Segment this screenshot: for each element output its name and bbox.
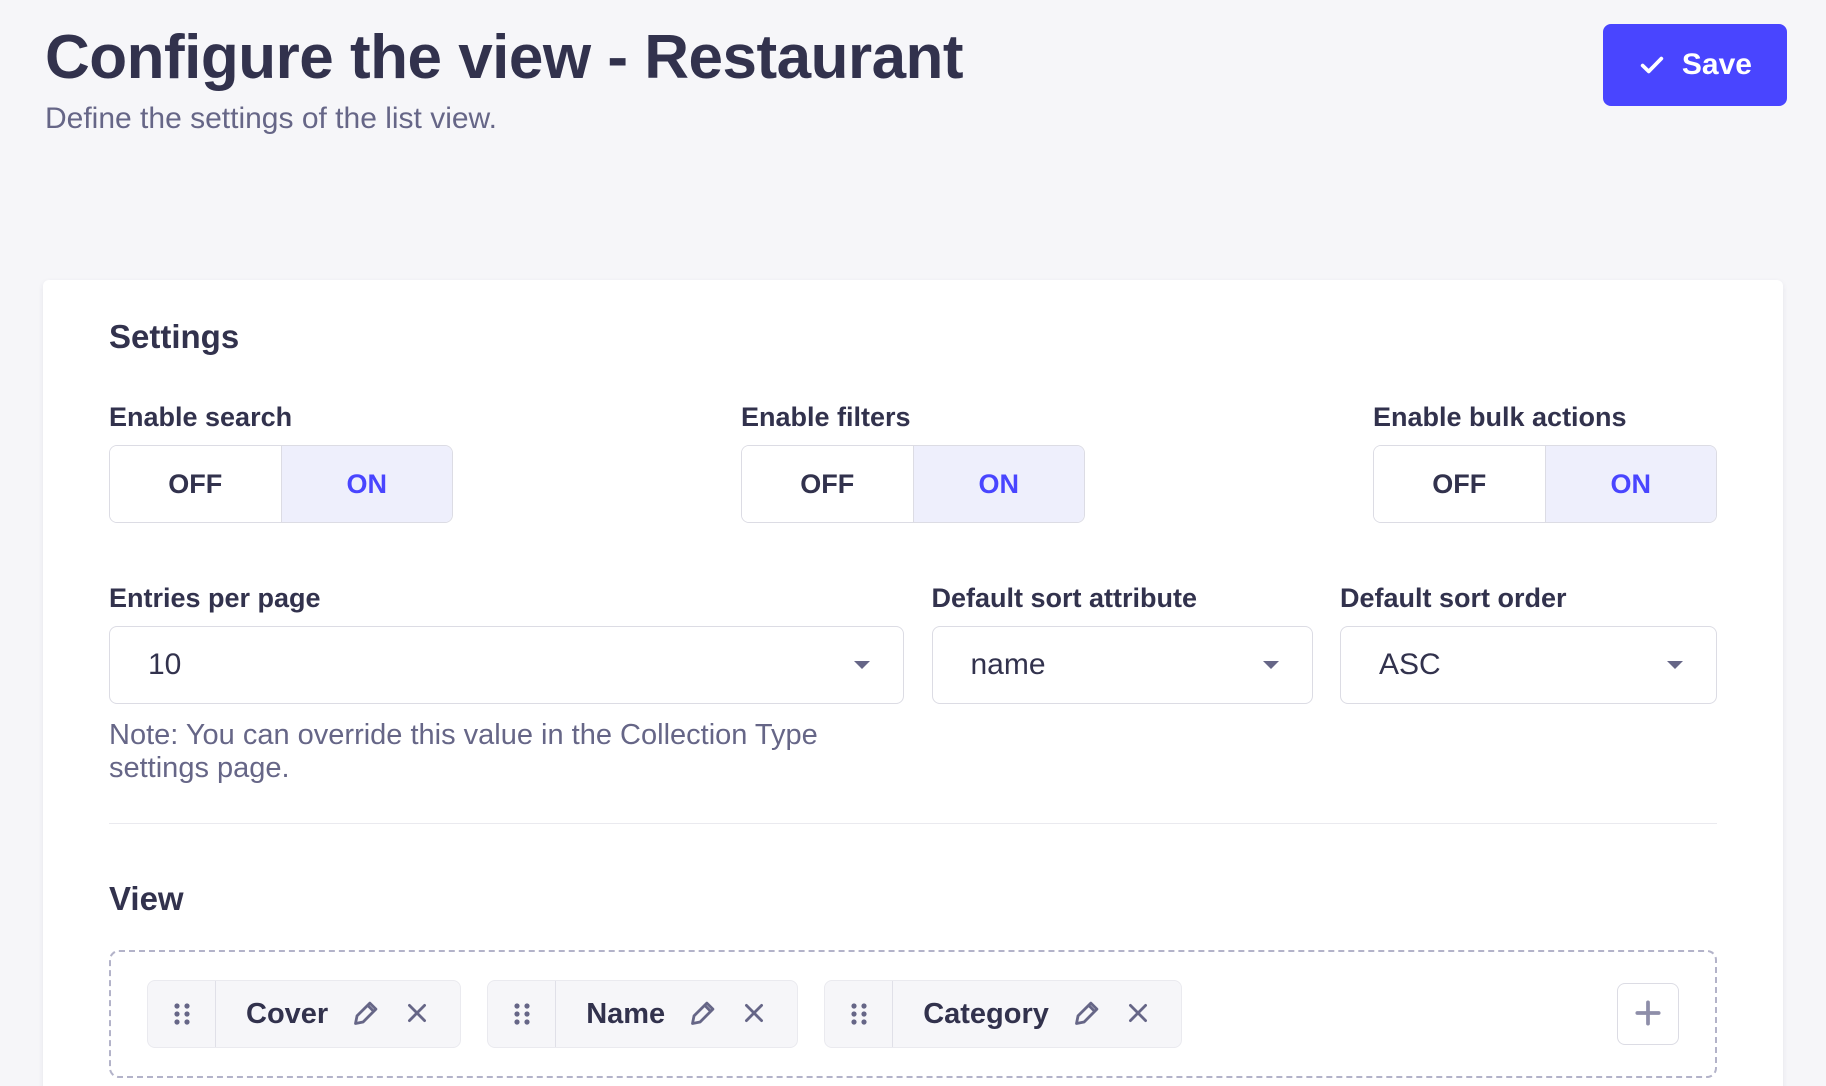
entries-per-page-field: Entries per page 10 Note: You can overri…: [109, 583, 904, 785]
field-chip-label: Category: [923, 998, 1049, 1031]
drag-handle-icon[interactable]: [488, 981, 556, 1047]
enable-bulk-actions-toggle: OFF ON: [1373, 445, 1717, 523]
settings-card: Settings Enable search OFF ON Enable fil…: [43, 280, 1783, 1086]
field-chip-cover: Cover: [147, 980, 461, 1048]
field-chip-category: Category: [824, 980, 1182, 1048]
chevron-down-icon: [1260, 658, 1282, 672]
page-heading-block: Configure the view - Restaurant Define t…: [45, 24, 963, 136]
chevron-down-icon: [851, 658, 873, 672]
page-title: Configure the view - Restaurant: [45, 24, 963, 92]
section-divider: [109, 823, 1717, 824]
chevron-down-icon: [1664, 658, 1686, 672]
enable-search-field: Enable search OFF ON: [109, 402, 453, 523]
plus-icon: [1632, 997, 1664, 1032]
close-icon: [1125, 1000, 1151, 1029]
enable-bulk-actions-on-button[interactable]: ON: [1546, 446, 1717, 522]
enable-search-toggle: OFF ON: [109, 445, 453, 523]
entries-per-page-value: 10: [148, 648, 181, 682]
pencil-icon: [1073, 999, 1101, 1030]
field-chip-label: Cover: [246, 998, 328, 1031]
default-sort-attribute-select[interactable]: name: [932, 626, 1313, 704]
enable-search-on-button[interactable]: ON: [282, 446, 453, 522]
default-sort-order-field: Default sort order ASC: [1340, 583, 1717, 785]
page-header: Configure the view - Restaurant Define t…: [0, 0, 1826, 136]
remove-field-button[interactable]: [404, 1000, 430, 1029]
edit-field-button[interactable]: [352, 999, 380, 1030]
view-section-title: View: [109, 880, 1717, 918]
close-icon: [404, 1000, 430, 1029]
check-icon: [1638, 51, 1666, 79]
entries-per-page-label: Entries per page: [109, 583, 904, 614]
add-field-button[interactable]: [1617, 983, 1679, 1045]
enable-filters-toggle: OFF ON: [741, 445, 1085, 523]
default-sort-attribute-value: name: [971, 648, 1046, 682]
enable-search-off-button[interactable]: OFF: [110, 446, 282, 522]
field-chip-name: Name: [487, 980, 798, 1048]
remove-field-button[interactable]: [1125, 1000, 1151, 1029]
pencil-icon: [352, 999, 380, 1030]
settings-section-title: Settings: [109, 318, 1717, 356]
default-sort-order-label: Default sort order: [1340, 583, 1717, 614]
drag-handle-icon[interactable]: [825, 981, 893, 1047]
remove-field-button[interactable]: [741, 1000, 767, 1029]
enable-filters-field: Enable filters OFF ON: [741, 402, 1085, 523]
enable-filters-label: Enable filters: [741, 402, 1085, 433]
enable-filters-on-button[interactable]: ON: [914, 446, 1085, 522]
entries-per-page-select[interactable]: 10: [109, 626, 904, 704]
selects-row: Entries per page 10 Note: You can overri…: [109, 583, 1717, 785]
edit-field-button[interactable]: [689, 999, 717, 1030]
default-sort-attribute-label: Default sort attribute: [932, 583, 1313, 614]
enable-bulk-actions-label: Enable bulk actions: [1373, 402, 1717, 433]
enable-filters-off-button[interactable]: OFF: [742, 446, 914, 522]
enable-search-label: Enable search: [109, 402, 453, 433]
enable-bulk-actions-field: Enable bulk actions OFF ON: [1373, 402, 1717, 523]
pencil-icon: [689, 999, 717, 1030]
default-sort-attribute-field: Default sort attribute name: [932, 583, 1313, 785]
save-button[interactable]: Save: [1603, 24, 1787, 106]
save-button-label: Save: [1682, 48, 1752, 82]
close-icon: [741, 1000, 767, 1029]
enable-bulk-actions-off-button[interactable]: OFF: [1374, 446, 1546, 522]
field-chip-label: Name: [586, 998, 665, 1031]
toggles-row: Enable search OFF ON Enable filters OFF …: [109, 402, 1717, 523]
field-drop-zone: Cover: [109, 950, 1717, 1078]
page-subtitle: Define the settings of the list view.: [45, 102, 963, 136]
edit-field-button[interactable]: [1073, 999, 1101, 1030]
drag-handle-icon[interactable]: [148, 981, 216, 1047]
default-sort-order-value: ASC: [1379, 648, 1441, 682]
entries-per-page-note: Note: You can override this value in the…: [109, 719, 904, 785]
default-sort-order-select[interactable]: ASC: [1340, 626, 1717, 704]
